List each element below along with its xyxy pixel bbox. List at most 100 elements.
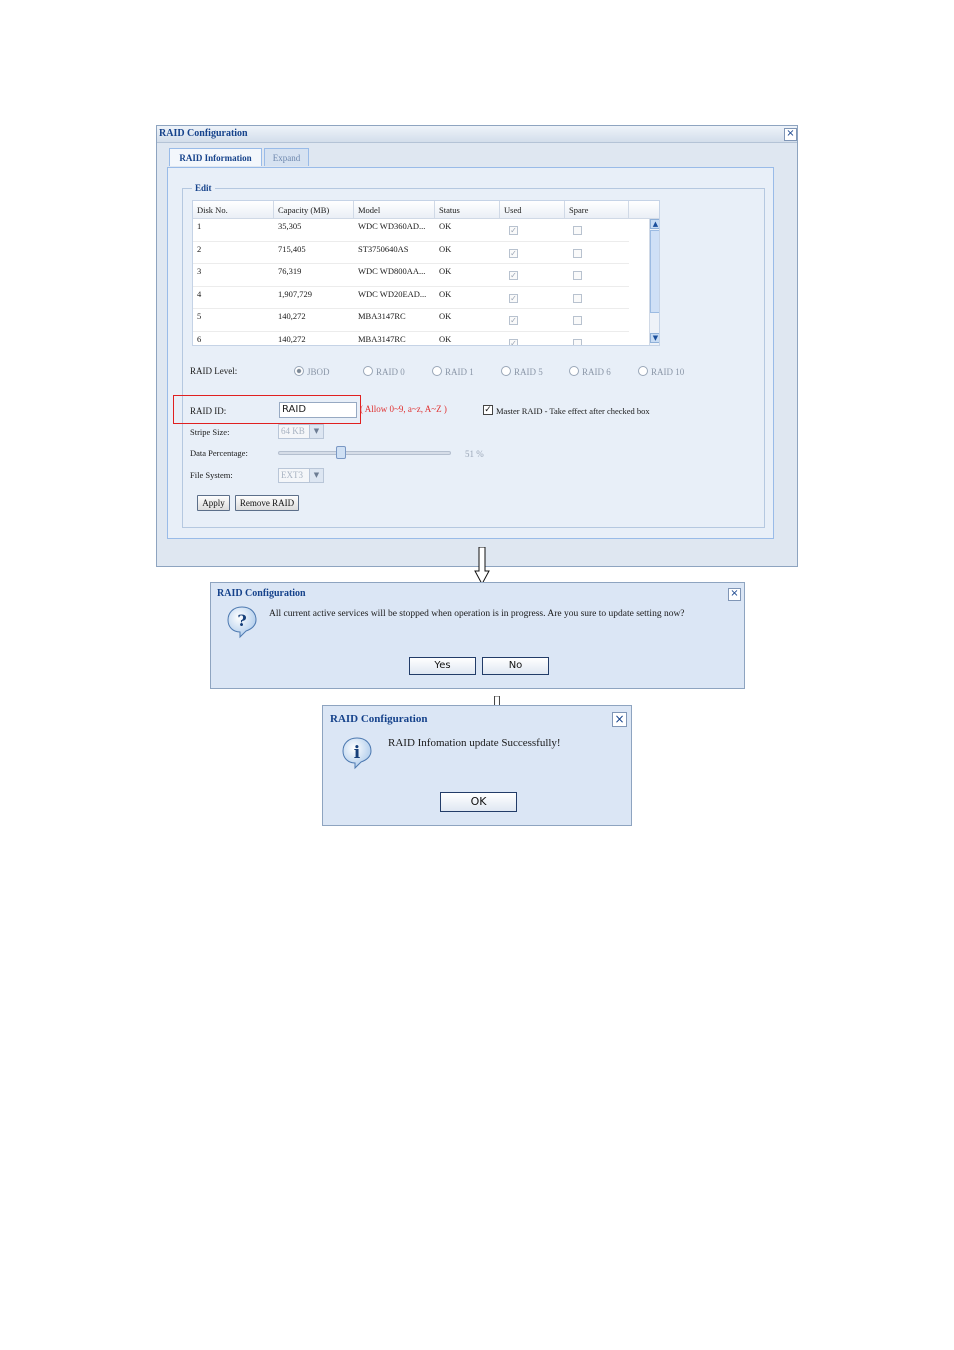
stripe-size-select[interactable]: 64 KB ▼ [278,424,324,439]
stripe-size-value: 64 KB [281,426,305,436]
used-checkbox[interactable]: ✓ [509,248,518,258]
used-checkbox[interactable]: ✓ [509,338,518,345]
column-header-spare: Spare [565,201,629,219]
capacity-cell: 140,272 [278,311,306,321]
spare-checkbox[interactable] [573,248,582,258]
radio-raid10[interactable]: RAID 10 [638,366,685,377]
edit-legend: Edit [192,183,215,193]
radio-raid5[interactable]: RAID 5 [501,366,543,377]
radio-raid1[interactable]: RAID 1 [432,366,474,377]
column-header-filler [629,201,659,219]
flow-arrow-down-icon [474,547,490,585]
status-cell: OK [439,266,452,276]
radio-label: RAID 5 [514,367,543,377]
spare-checkbox[interactable] [573,293,582,303]
model-cell: WDC WD360AD... [358,221,426,231]
success-dialog: RAID Configuration × i RAID Infomation u… [322,705,632,826]
apply-button[interactable]: Apply [197,495,230,511]
window-title: RAID Configuration [159,128,248,139]
used-checkbox[interactable]: ✓ [509,316,518,325]
table-row[interactable]: 3 76,319 WDC WD800AA... OK ✓ [193,264,629,287]
used-checkbox[interactable]: ✓ [509,226,518,235]
radio-jbod[interactable]: JBOD [294,366,330,377]
table-scrollbar[interactable]: ▲ ▼ [649,219,659,345]
radio-icon [501,366,511,376]
disk-no-cell: 4 [197,288,202,299]
column-header-disk-no: Disk No. [193,201,274,219]
column-header-status: Status [435,201,500,219]
radio-selected-icon [294,366,304,376]
status-cell: OK [439,311,452,321]
dialog-title: RAID Configuration [330,713,428,725]
tab-raid-information[interactable]: RAID Information [169,148,262,166]
ok-button[interactable]: OK [440,792,517,812]
close-icon[interactable]: × [728,588,741,601]
disk-no-cell: 5 [197,311,202,321]
capacity-cell: 1,907,729 [278,288,312,299]
table-row[interactable]: 4 1,907,729 WDC WD20EAD... OK ✓ [193,287,629,309]
radio-label: RAID 0 [376,367,405,377]
model-cell: MBA3147RC [358,311,406,321]
radio-icon [569,366,579,376]
radio-raid0[interactable]: RAID 0 [363,366,405,377]
spare-checkbox[interactable] [573,338,582,345]
master-raid-checkbox[interactable]: ✓ [483,405,493,415]
status-cell: OK [439,221,452,231]
radio-raid6[interactable]: RAID 6 [569,366,611,377]
disk-no-cell: 2 [197,243,202,254]
spare-checkbox[interactable] [573,271,582,280]
disk-no-cell: 3 [197,266,202,276]
data-percentage-value: 51 % [465,449,484,459]
no-button[interactable]: No [482,657,549,675]
disk-no-cell: 6 [197,333,202,344]
scroll-up-icon[interactable]: ▲ [650,219,659,229]
spare-checkbox[interactable] [573,226,582,235]
radio-label: RAID 10 [651,367,685,377]
raid-id-input[interactable]: RAID [279,402,357,418]
radio-label: JBOD [307,367,330,377]
scroll-down-icon[interactable]: ▼ [650,333,659,343]
column-header-capacity: Capacity (MB) [274,201,354,219]
chevron-down-icon[interactable]: ▼ [309,425,323,438]
used-checkbox[interactable]: ✓ [509,271,518,280]
chevron-down-icon[interactable]: ▼ [309,469,323,482]
raid-level-label: RAID Level: [190,366,238,376]
raid-id-label: RAID ID: [190,406,227,416]
data-percentage-label: Data Percentage: [190,448,248,458]
table-row[interactable]: 6 140,272 MBA3147RC OK ✓ [193,332,629,345]
question-icon: ? [227,606,257,639]
confirm-dialog: RAID Configuration × ? All current activ… [210,582,745,689]
disk-table: Disk No. Capacity (MB) Model Status Used… [192,200,660,346]
stripe-size-label: Stripe Size: [190,427,230,437]
capacity-cell: 140,272 [278,333,306,344]
model-cell: WDC WD20EAD... [358,288,427,299]
dialog-title: RAID Configuration [217,588,306,599]
radio-label: RAID 6 [582,367,611,377]
file-system-label: File System: [190,470,233,480]
yes-button[interactable]: Yes [409,657,476,675]
scrollbar-thumb[interactable] [650,230,659,313]
model-cell: ST3750640AS [358,243,409,254]
tab-expand[interactable]: Expand [264,148,309,166]
close-icon[interactable]: × [612,712,627,727]
window-titlebar: RAID Configuration × [157,126,797,143]
file-system-select[interactable]: EXT3 ▼ [278,468,324,483]
radio-label: RAID 1 [445,367,474,377]
model-cell: WDC WD800AA... [358,266,426,276]
table-row[interactable]: 5 140,272 MBA3147RC OK ✓ [193,309,629,332]
info-icon: i [342,737,372,770]
used-checkbox[interactable]: ✓ [509,293,518,303]
capacity-cell: 76,319 [278,266,302,276]
table-row[interactable]: 1 35,305 WDC WD360AD... OK ✓ [193,219,629,242]
radio-icon [363,366,373,376]
status-cell: OK [439,243,452,254]
svg-text:i: i [354,743,361,763]
remove-raid-button[interactable]: Remove RAID [235,495,299,511]
close-icon[interactable]: × [784,128,797,141]
table-row[interactable]: 2 715,405 ST3750640AS OK ✓ [193,242,629,264]
data-percentage-slider[interactable] [278,451,451,455]
slider-handle[interactable] [336,446,347,459]
disk-no-cell: 1 [197,221,202,231]
radio-icon [638,366,648,376]
spare-checkbox[interactable] [573,316,582,325]
